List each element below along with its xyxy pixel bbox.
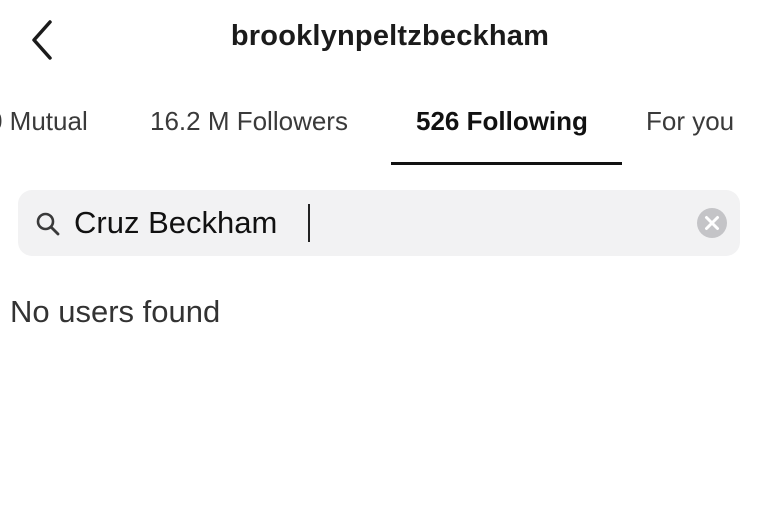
following-list-screen: brooklynpeltzbeckham 0 Mutual 16.2 M Fol… [0, 0, 768, 511]
search-bar[interactable] [18, 190, 740, 256]
text-cursor [308, 204, 310, 242]
clear-search-button[interactable] [696, 207, 728, 239]
tab-followers[interactable]: 16.2 M Followers [150, 106, 348, 137]
profile-username: brooklynpeltzbeckham [230, 20, 550, 52]
tab-mutual[interactable]: 0 Mutual [0, 106, 88, 137]
no-results-message: No users found [10, 294, 221, 329]
clear-circle-x-icon [697, 208, 727, 238]
tab-bar: 0 Mutual 16.2 M Followers 526 Following … [0, 96, 768, 166]
tab-following[interactable]: 526 Following [416, 106, 588, 137]
search-icon [34, 210, 62, 238]
tab-for-you[interactable]: For you [646, 106, 734, 137]
search-input[interactable] [74, 200, 674, 246]
active-tab-indicator [391, 162, 622, 165]
header: brooklynpeltzbeckham [0, 0, 768, 82]
